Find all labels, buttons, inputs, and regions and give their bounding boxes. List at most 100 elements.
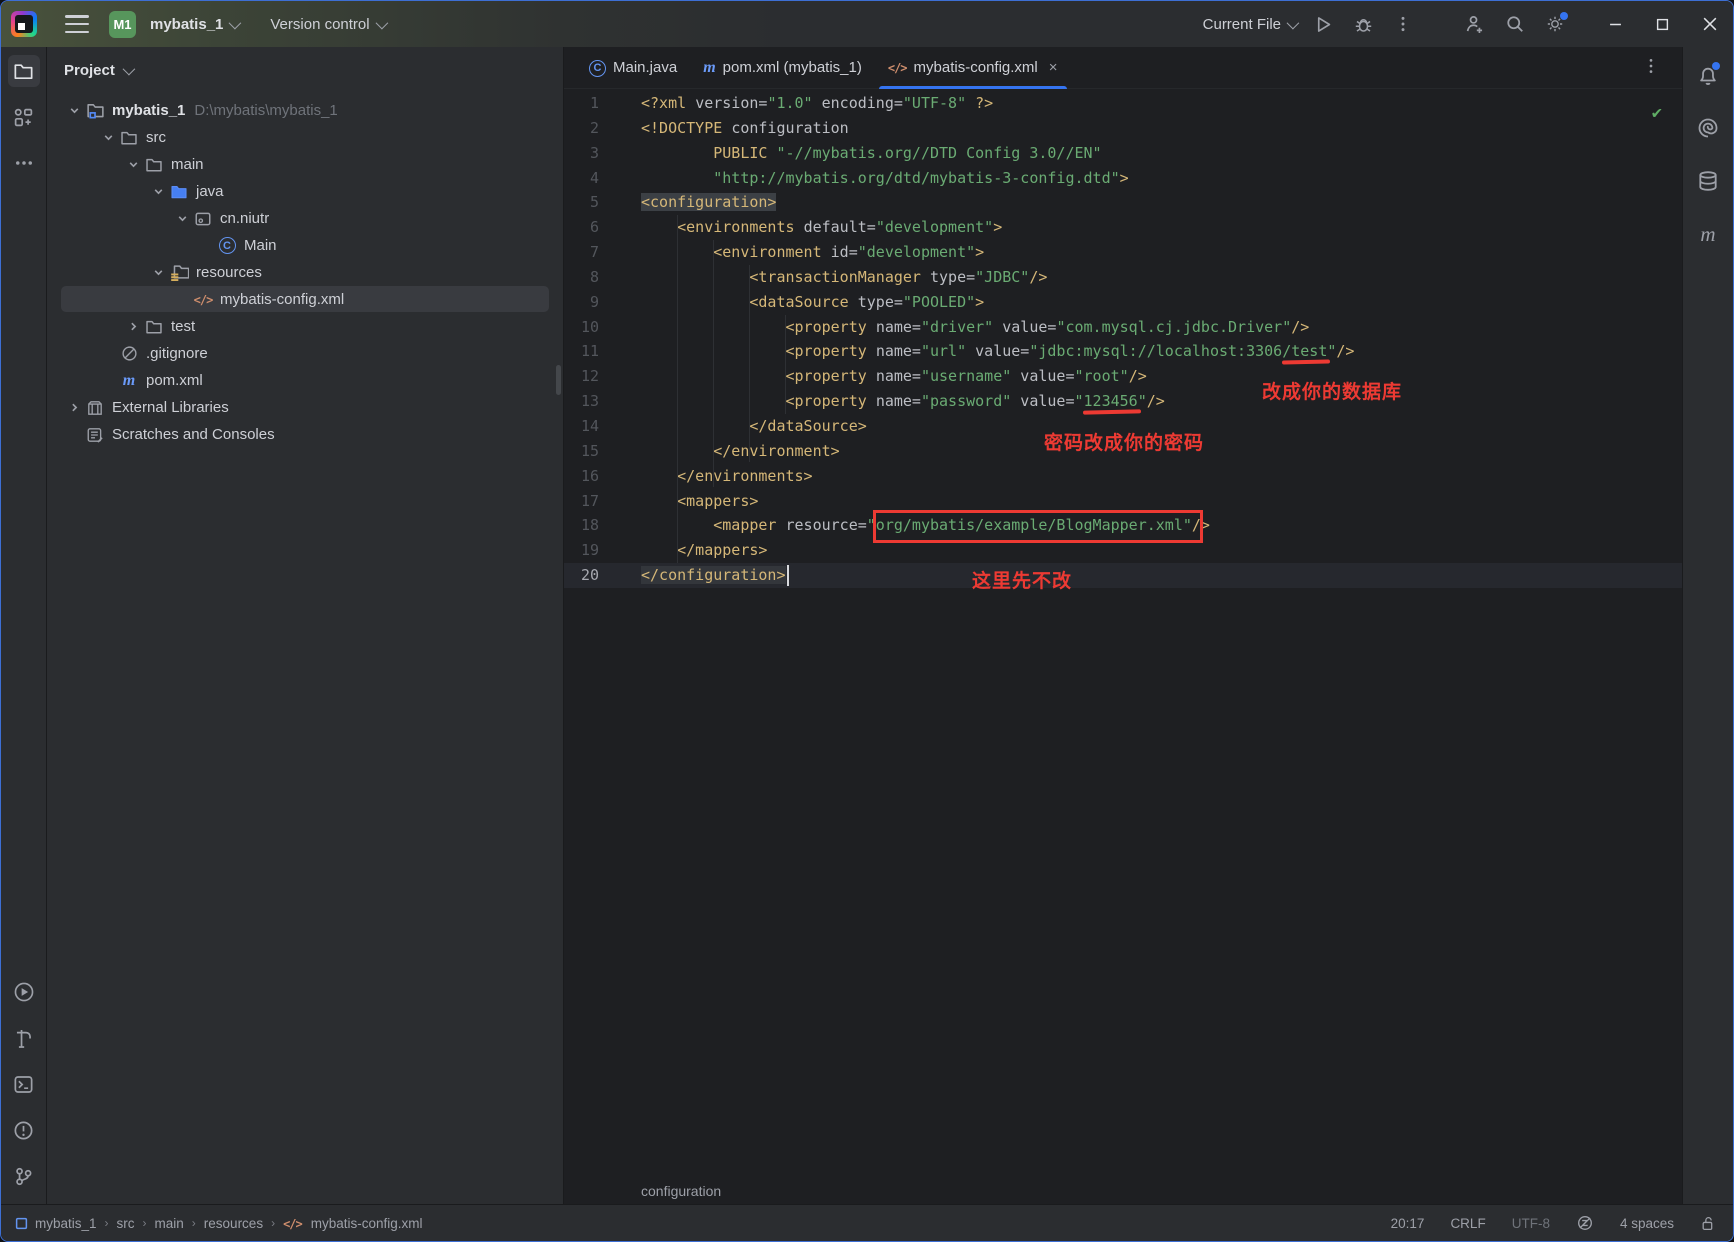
chevron-down-icon[interactable]	[147, 181, 169, 203]
code-line-16[interactable]: 16 </environments>	[564, 464, 1682, 489]
tab-label: Main.java	[613, 59, 677, 76]
status-path-segment[interactable]: resources	[204, 1216, 263, 1231]
code-line-5[interactable]: 5<configuration>	[564, 190, 1682, 215]
chevron-down-icon[interactable]	[97, 127, 119, 149]
tree-item-.gitignore[interactable]: .gitignore	[47, 340, 563, 367]
main-menu-icon[interactable]	[65, 15, 89, 33]
code-line-14[interactable]: 14 </dataSource>	[564, 414, 1682, 439]
tree-item-java[interactable]: java	[47, 178, 563, 205]
tree-item-main[interactable]: main	[47, 151, 563, 178]
run-button[interactable]	[1306, 9, 1340, 39]
tree-item-test[interactable]: test	[47, 313, 563, 340]
right-tool-strip: m	[1682, 47, 1733, 1204]
project-panel-header[interactable]: Project	[47, 47, 563, 93]
settings-button[interactable]	[1538, 9, 1572, 39]
intention-bulb-icon[interactable]	[648, 541, 662, 560]
debug-button[interactable]	[1346, 9, 1380, 39]
editor-tab-mybatis-config.xml[interactable]: </>mybatis-config.xml×	[875, 47, 1071, 88]
code-with-me-button[interactable]	[1458, 9, 1492, 39]
database-icon[interactable]	[1692, 165, 1724, 197]
project-name-menu[interactable]: mybatis_1	[146, 10, 242, 39]
maximize-button[interactable]	[1639, 2, 1686, 46]
run-configuration-selector[interactable]: Current File	[1199, 10, 1300, 39]
chevron-down-icon[interactable]	[63, 100, 85, 122]
code-line-13[interactable]: 13 <property name="password" value="1234…	[564, 389, 1682, 414]
search-everywhere-button[interactable]	[1498, 9, 1532, 39]
highlighting-level-icon[interactable]	[1576, 1214, 1594, 1232]
git-tool-window-icon[interactable]	[8, 1160, 40, 1192]
caret-position[interactable]: 20:17	[1391, 1216, 1425, 1231]
status-path-segment[interactable]: src	[117, 1216, 135, 1231]
inspections-ok-icon[interactable]: ✔	[1652, 103, 1662, 123]
maven-icon: m	[119, 371, 139, 391]
chevron-down-icon[interactable]	[122, 154, 144, 176]
tree-item-label: resources	[196, 264, 262, 281]
notifications-icon[interactable]	[1692, 59, 1724, 91]
structure-tool-window-icon[interactable]	[8, 101, 40, 133]
code-line-3[interactable]: 3 PUBLIC "-//mybatis.org//DTD Config 3.0…	[564, 141, 1682, 166]
tree-item-main[interactable]: CMain	[47, 232, 563, 259]
code-line-18[interactable]: 18 <mapper resource="org/mybatis/example…	[564, 513, 1682, 538]
lock-icon[interactable]	[1700, 1215, 1717, 1232]
code-line-11[interactable]: 11 <property name="url" value="jdbc:mysq…	[564, 339, 1682, 364]
chevron-right-icon[interactable]	[63, 397, 85, 419]
tree-item-src[interactable]: src	[47, 124, 563, 151]
problems-tool-window-icon[interactable]	[8, 1114, 40, 1146]
tree-item-pom.xml[interactable]: m pom.xml	[47, 367, 563, 394]
tab-options-icon[interactable]	[1642, 57, 1660, 75]
build-tool-window-icon[interactable]	[8, 1022, 40, 1054]
close-button[interactable]	[1686, 2, 1733, 46]
tree-item-mybatis_1[interactable]: mybatis_1D:\mybatis\mybatis_1	[47, 97, 563, 124]
maven-icon[interactable]: m	[1692, 218, 1724, 250]
status-path-segment[interactable]: mybatis-config.xml	[311, 1216, 423, 1231]
breadcrumb-item: configuration	[641, 1183, 721, 1199]
chevron-down-icon[interactable]	[171, 208, 193, 230]
chevron-down-icon[interactable]	[147, 262, 169, 284]
code-line-9[interactable]: 9 <dataSource type="POOLED">	[564, 290, 1682, 315]
ai-assistant-icon[interactable]	[1692, 112, 1724, 144]
code-line-7[interactable]: 7 <environment id="development">	[564, 240, 1682, 265]
tree-item-mybatis-config.xml[interactable]: </>mybatis-config.xml	[47, 286, 563, 313]
line-separator[interactable]: CRLF	[1450, 1216, 1485, 1231]
tree-item-label: External Libraries	[112, 399, 229, 416]
code-line-15[interactable]: 15 </environment>	[564, 439, 1682, 464]
more-actions-button[interactable]	[1386, 9, 1420, 39]
code-line-8[interactable]: 8 <transactionManager type="JDBC"/>	[564, 265, 1682, 290]
more-tool-windows-icon[interactable]	[8, 147, 40, 179]
code-line-19[interactable]: 19 </mappers>	[564, 538, 1682, 563]
terminal-tool-window-icon[interactable]	[8, 1068, 40, 1100]
tree-item-resources[interactable]: resources	[47, 259, 563, 286]
tree-item-label: pom.xml	[146, 372, 203, 389]
code-line-20[interactable]: 20</configuration>	[564, 563, 1682, 588]
editor-tab-pom.xml[interactable]: mpom.xml (mybatis_1)	[690, 47, 875, 88]
status-path-segment[interactable]: mybatis_1	[35, 1216, 97, 1231]
scrollbar-thumb[interactable]	[556, 365, 561, 395]
tree-item-cn.niutr[interactable]: cn.niutr	[47, 205, 563, 232]
file-encoding[interactable]: UTF-8	[1512, 1216, 1550, 1231]
chevron-right-icon[interactable]	[122, 316, 144, 338]
version-control-menu[interactable]: Version control	[266, 10, 388, 39]
code-line-6[interactable]: 6 <environments default="development">	[564, 215, 1682, 240]
breadcrumb[interactable]: configuration	[564, 1178, 1682, 1204]
code-text: </dataSource>	[599, 414, 867, 439]
editor-tab-main.java[interactable]: CMain.java	[576, 47, 690, 88]
tree-item-externallibraries[interactable]: External Libraries	[47, 394, 563, 421]
code-line-12[interactable]: 12 <property name="username" value="root…	[564, 364, 1682, 389]
indent-style[interactable]: 4 spaces	[1620, 1216, 1674, 1231]
status-path-segment[interactable]: main	[155, 1216, 184, 1231]
project-avatar[interactable]: M1	[109, 11, 136, 38]
close-tab-icon[interactable]: ×	[1049, 59, 1058, 76]
tab-label: pom.xml (mybatis_1)	[723, 59, 862, 76]
project-tool-window-icon[interactable]	[8, 55, 40, 87]
code-line-4[interactable]: 4 "http://mybatis.org/dtd/mybatis-3-conf…	[564, 166, 1682, 191]
code-line-1[interactable]: 1<?xml version="1.0" encoding="UTF-8" ?>	[564, 91, 1682, 116]
code-line-2[interactable]: 2<!DOCTYPE configuration	[564, 116, 1682, 141]
tree-item-scratchesandconsoles[interactable]: Scratches and Consoles	[47, 421, 563, 448]
run-tool-window-icon[interactable]	[8, 976, 40, 1008]
minimize-button[interactable]	[1592, 2, 1639, 46]
tree-item-label: Main	[244, 237, 277, 254]
code-line-10[interactable]: 10 <property name="driver" value="com.my…	[564, 315, 1682, 340]
status-breadcrumbs[interactable]: mybatis_1›src›main›resources›</>mybatis-…	[15, 1216, 423, 1231]
code-line-17[interactable]: 17 <mappers>	[564, 489, 1682, 514]
code-editor[interactable]: 1<?xml version="1.0" encoding="UTF-8" ?>…	[564, 89, 1682, 1178]
